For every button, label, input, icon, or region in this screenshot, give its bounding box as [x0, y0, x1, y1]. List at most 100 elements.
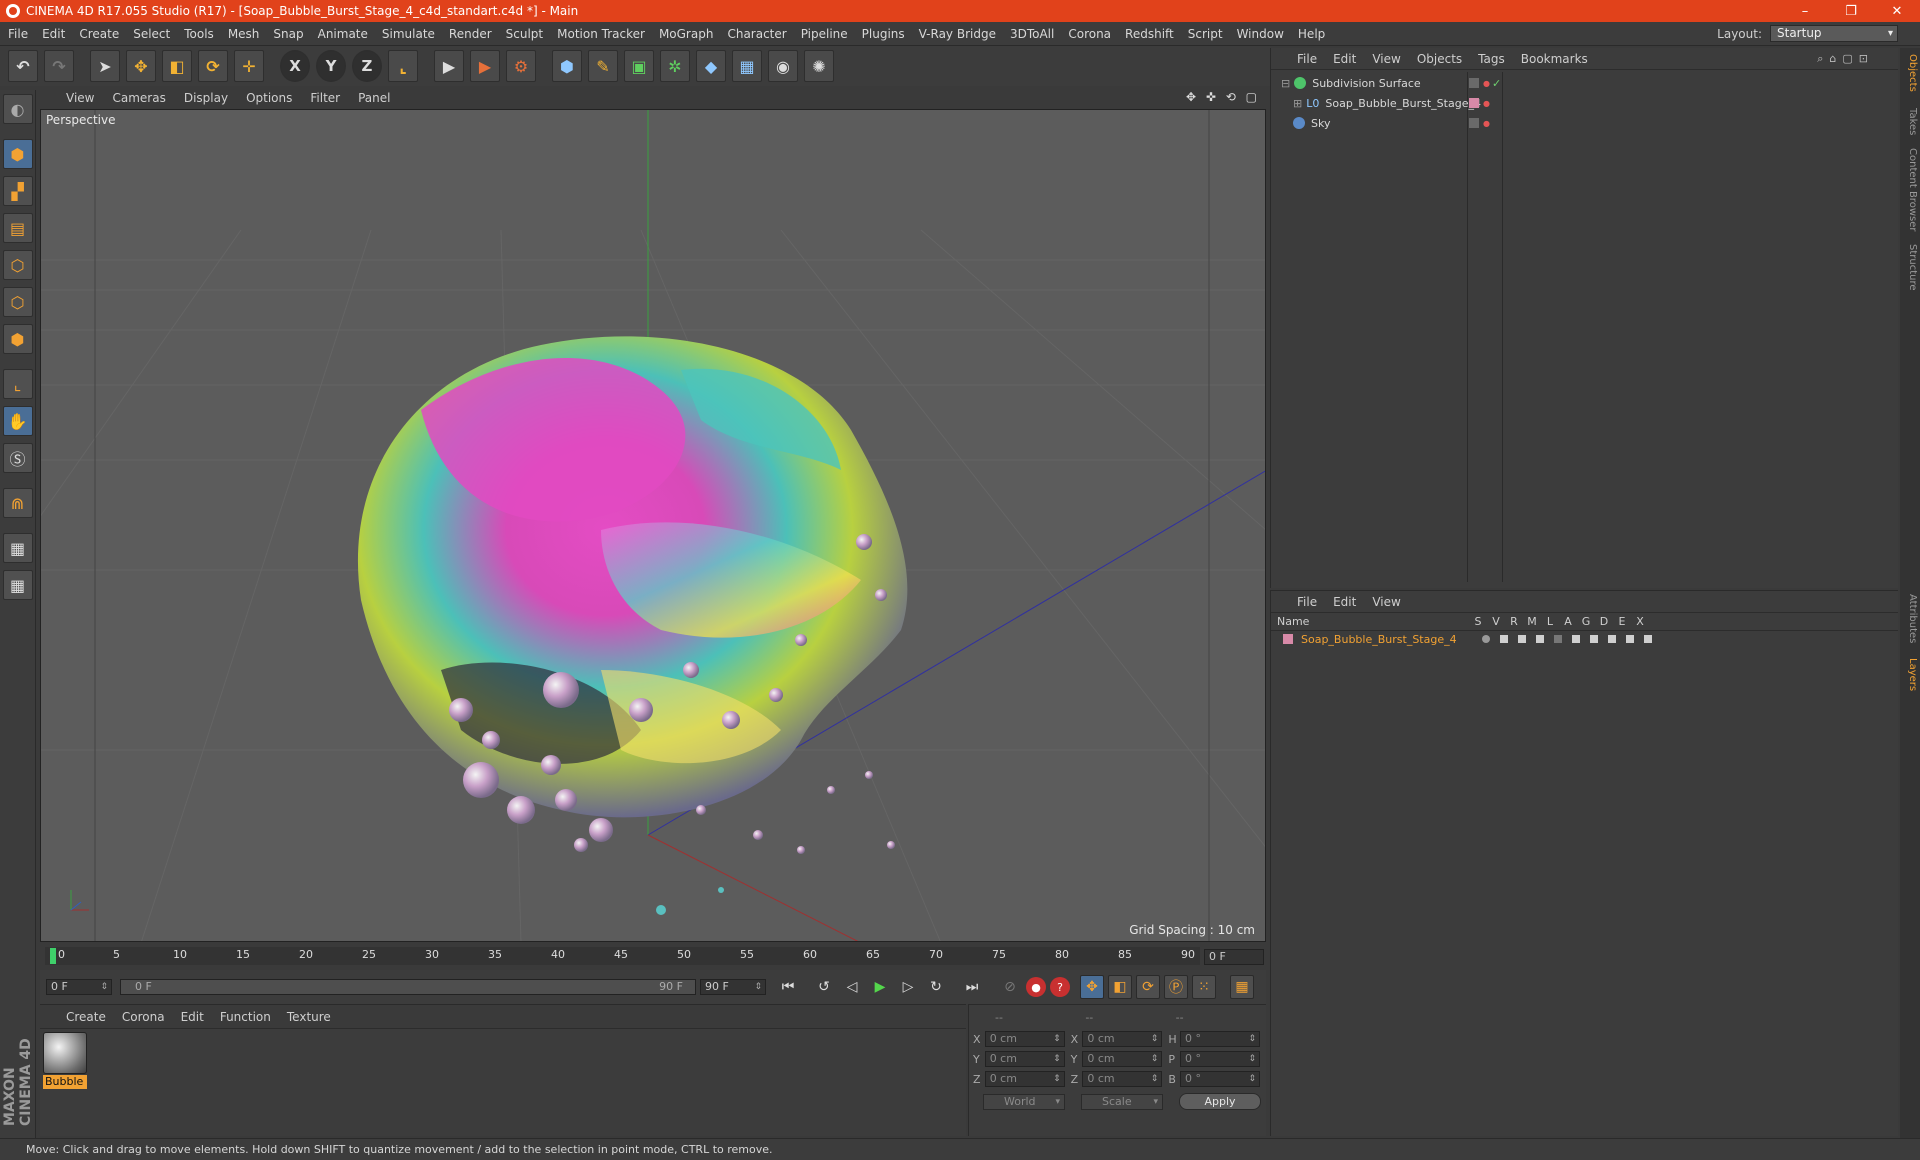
- workplane-mode-icon[interactable]: ▤: [2, 213, 33, 243]
- perspective-viewport[interactable]: Perspective Grid Spacing : 10 cm: [40, 109, 1266, 942]
- points-mode-icon[interactable]: ⬡: [2, 250, 33, 280]
- start-frame-field[interactable]: 0 F ⇕: [46, 979, 112, 995]
- object-row-soap-bubble[interactable]: ⊞ L0 Soap_Bubble_Burst_Stage_4 ●: [1271, 94, 1899, 112]
- stepper-arrows-icon[interactable]: ⇕: [100, 980, 108, 994]
- layer-generators-toggle[interactable]: [1585, 635, 1603, 643]
- next-frame-icon[interactable]: ▷: [896, 975, 920, 999]
- layer-render-toggle[interactable]: [1513, 635, 1531, 643]
- obj-menu-objects[interactable]: Objects: [1417, 52, 1462, 66]
- scale-tool-icon[interactable]: ◧: [162, 50, 192, 82]
- cube-primitive-icon[interactable]: ⬢: [552, 50, 582, 82]
- previous-key-icon[interactable]: ↺: [812, 975, 836, 999]
- layer-manager-toggle[interactable]: [1531, 635, 1549, 643]
- object-row-subdivision-surface[interactable]: ⊟ Subdivision Surface ● ✓: [1271, 74, 1899, 92]
- key-rotation-icon[interactable]: ⟳: [1136, 975, 1160, 999]
- rotation-p-field[interactable]: 0 ° ⇕: [1180, 1051, 1261, 1067]
- menu-3dtoall[interactable]: 3DToAll: [1010, 27, 1054, 41]
- viewport-menu-view[interactable]: View: [66, 91, 94, 105]
- stepper-arrows-icon[interactable]: ⇕: [1053, 1032, 1061, 1046]
- go-to-end-icon[interactable]: ⏭: [960, 975, 984, 999]
- material-preview-swatch[interactable]: [43, 1032, 87, 1074]
- layer-animation-toggle[interactable]: [1567, 635, 1585, 643]
- menu-window[interactable]: Window: [1237, 27, 1284, 41]
- layer-color-swatch[interactable]: [1283, 634, 1293, 644]
- object-manager-tool-icons[interactable]: ⌕⌂▢⊡: [1817, 52, 1874, 66]
- next-key-icon[interactable]: ↻: [924, 975, 948, 999]
- camera-icon[interactable]: ◉: [768, 50, 798, 82]
- previous-frame-icon[interactable]: ◁: [840, 975, 864, 999]
- menu-edit[interactable]: Edit: [42, 27, 65, 41]
- live-selection-icon[interactable]: ➤: [90, 50, 120, 82]
- layer-col-animation[interactable]: A: [1559, 615, 1577, 628]
- stepper-arrows-icon[interactable]: ⇕: [1053, 1072, 1061, 1086]
- tab-objects[interactable]: Objects: [1902, 54, 1918, 92]
- layer-col-name[interactable]: Name: [1277, 615, 1469, 628]
- tab-attributes[interactable]: Attributes: [1902, 594, 1918, 643]
- menu-motion-tracker[interactable]: Motion Tracker: [557, 27, 645, 41]
- texture-mode-icon[interactable]: ▞: [2, 176, 33, 206]
- key-point-level-icon[interactable]: ⁙: [1192, 975, 1216, 999]
- layer-menu-view[interactable]: View: [1372, 595, 1400, 609]
- x-axis-lock-icon[interactable]: X: [280, 50, 310, 82]
- autokeying-icon[interactable]: ?: [1050, 977, 1070, 997]
- size-y-field[interactable]: 0 cm ⇕: [1082, 1051, 1163, 1067]
- position-x-field[interactable]: 0 cm ⇕: [984, 1031, 1065, 1047]
- material-menu-create[interactable]: Create: [66, 1010, 106, 1024]
- apply-button[interactable]: Apply: [1179, 1093, 1261, 1110]
- y-axis-lock-icon[interactable]: Y: [316, 50, 346, 82]
- layer-expressions-toggle[interactable]: [1621, 635, 1639, 643]
- subdivision-surface-icon[interactable]: ▣: [624, 50, 654, 82]
- object-visibility-dots[interactable]: ●: [1469, 118, 1492, 128]
- menu-sculpt[interactable]: Sculpt: [506, 27, 543, 41]
- layer-col-expressions[interactable]: E: [1613, 615, 1631, 628]
- obj-menu-edit[interactable]: Edit: [1333, 52, 1356, 66]
- planar-workplane-icon[interactable]: ▦: [2, 570, 33, 600]
- viewport-label[interactable]: Perspective: [46, 113, 116, 127]
- timeline-window-icon[interactable]: ▦: [1230, 975, 1254, 999]
- recent-tool-icon[interactable]: ✛: [234, 50, 264, 82]
- end-frame-field[interactable]: 90 F ⇕: [700, 979, 766, 995]
- object-visibility-dots[interactable]: ● ✓: [1469, 77, 1501, 90]
- object-row-sky[interactable]: Sky ●: [1271, 114, 1899, 132]
- layer-row[interactable]: Soap_Bubble_Burst_Stage_4: [1271, 631, 1898, 647]
- obj-menu-bookmarks[interactable]: Bookmarks: [1521, 52, 1588, 66]
- layer-col-generators[interactable]: G: [1577, 615, 1595, 628]
- menu-character[interactable]: Character: [727, 27, 786, 41]
- layer-col-solo[interactable]: S: [1469, 615, 1487, 628]
- edges-mode-icon[interactable]: ⬡: [2, 287, 33, 317]
- material-menu-corona[interactable]: Corona: [122, 1010, 165, 1024]
- viewport-menu-options[interactable]: Options: [246, 91, 292, 105]
- minimize-button[interactable]: –: [1782, 0, 1828, 22]
- layer-col-xref[interactable]: X: [1631, 615, 1649, 628]
- stepper-arrows-icon[interactable]: ⇕: [1248, 1072, 1256, 1086]
- tab-content-browser[interactable]: Content Browser: [1902, 148, 1918, 231]
- stepper-arrows-icon[interactable]: ⇕: [1151, 1052, 1159, 1066]
- stepper-arrows-icon[interactable]: ⇕: [1248, 1032, 1256, 1046]
- layer-view-toggle[interactable]: [1495, 635, 1513, 643]
- menu-help[interactable]: Help: [1298, 27, 1325, 41]
- close-button[interactable]: ✕: [1874, 0, 1920, 22]
- layer-col-locked[interactable]: L: [1541, 615, 1559, 628]
- render-picture-viewer-icon[interactable]: ▶: [470, 50, 500, 82]
- solo-mode-icon[interactable]: Ⓢ: [2, 443, 33, 473]
- collapse-icon[interactable]: ⊟: [1281, 77, 1290, 90]
- menu-vray-bridge[interactable]: V-Ray Bridge: [919, 27, 996, 41]
- obj-menu-view[interactable]: View: [1372, 52, 1400, 66]
- move-tool-icon[interactable]: ✥: [126, 50, 156, 82]
- menu-pipeline[interactable]: Pipeline: [801, 27, 848, 41]
- layer-col-manager[interactable]: M: [1523, 615, 1541, 628]
- layer-lock-toggle[interactable]: [1549, 635, 1567, 643]
- object-visibility-dots[interactable]: ●: [1469, 98, 1492, 108]
- restore-button[interactable]: ❐: [1828, 0, 1874, 22]
- light-bulb-icon[interactable]: ✺: [804, 50, 834, 82]
- rotate-tool-icon[interactable]: ⟳: [198, 50, 228, 82]
- layer-col-render[interactable]: R: [1505, 615, 1523, 628]
- stepper-arrows-icon[interactable]: ⇕: [1248, 1052, 1256, 1066]
- tab-layers[interactable]: Layers: [1902, 658, 1918, 691]
- viewport-menu-display[interactable]: Display: [184, 91, 228, 105]
- soap-bubble-model[interactable]: [357, 336, 908, 818]
- material-menu-function[interactable]: Function: [220, 1010, 271, 1024]
- model-mode-icon[interactable]: ⬢: [2, 139, 33, 169]
- material-name-label[interactable]: Bubble: [43, 1075, 87, 1089]
- axis-mode-icon[interactable]: ⌞: [2, 369, 33, 399]
